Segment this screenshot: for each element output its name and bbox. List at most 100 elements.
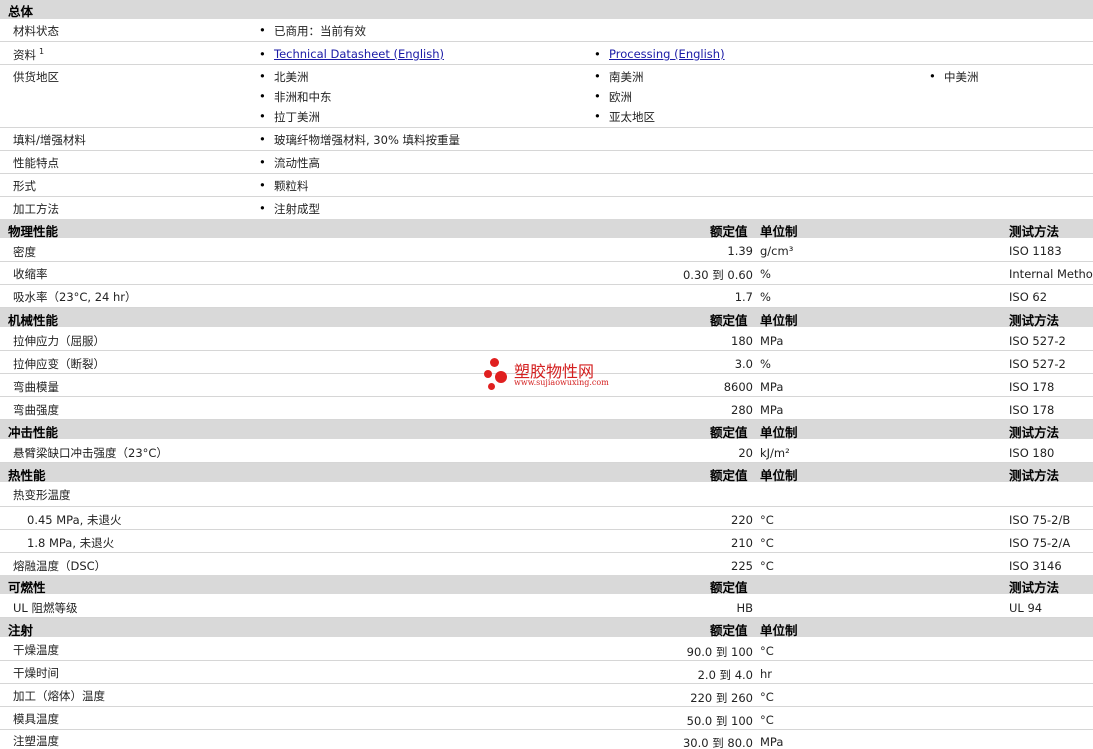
section-thermal-header: 热性能 额定值 单位制 测试方法: [0, 463, 1093, 483]
prop-value: 0.30 到 0.60: [682, 268, 753, 282]
prop-value: 90.0 到 100: [686, 645, 753, 659]
row-label: 供货地区: [13, 70, 59, 84]
prop-value: 210: [731, 536, 753, 550]
prop-unit: MPa: [760, 380, 784, 394]
prop-unit: °C: [760, 536, 774, 550]
technical-datasheet-link-item: Technical Datasheet (English): [259, 47, 444, 61]
row-value: 已商用：当前有效: [259, 23, 366, 39]
prop-name: 熔融温度（DSC）: [13, 559, 107, 573]
region-item: 欧洲: [594, 89, 632, 105]
section-title: 机械性能: [8, 313, 59, 328]
row-filler: 填料/增强材料 玻璃纤物增强材料, 30% 填料按重量: [0, 128, 1093, 151]
row-features: 性能特点 流动性高: [0, 151, 1093, 174]
prop-method: ISO 527-2: [1009, 357, 1066, 371]
section-title: 注射: [8, 623, 34, 638]
prop-name: 0.45 MPa, 未退火: [27, 513, 122, 527]
row-label: 性能特点: [13, 156, 59, 170]
watermark-dot-icon: [484, 370, 492, 378]
prop-value: 180: [731, 334, 753, 348]
section-injection-header: 注射 额定值 单位制: [0, 618, 1093, 638]
prop-name: 悬臂梁缺口冲击强度（23°C）: [13, 446, 168, 460]
col-nominal-header: 额定值: [710, 313, 748, 328]
prop-row: 1.8 MPa, 未退火 210 °C ISO 75-2/A: [0, 530, 1093, 553]
prop-row: 干燥温度 90.0 到 100 °C: [0, 638, 1093, 661]
prop-value: 50.0 到 100: [686, 714, 753, 728]
prop-name: UL 阻燃等级: [13, 601, 78, 615]
prop-value: 2.0 到 4.0: [697, 668, 753, 682]
col-nominal-header: 额定值: [710, 425, 748, 440]
col-unit-header: 单位制: [760, 623, 798, 638]
col-unit-header: 单位制: [760, 425, 798, 440]
prop-method: Internal Method: [1009, 267, 1093, 281]
watermark-dot-icon: [495, 371, 507, 383]
prop-unit: hr: [760, 667, 773, 681]
prop-value: 1.7: [734, 290, 753, 304]
prop-unit: MPa: [760, 334, 784, 348]
section-impact-header: 冲击性能 额定值 单位制 测试方法: [0, 420, 1093, 440]
prop-method: UL 94: [1009, 601, 1043, 615]
prop-value: 20: [738, 446, 753, 460]
col-method-header: 测试方法: [1009, 580, 1060, 595]
prop-method: ISO 178: [1009, 403, 1055, 417]
region-item: 北美洲: [259, 69, 308, 85]
prop-value: 30.0 到 80.0: [682, 736, 753, 749]
prop-value: 3.0: [734, 357, 753, 371]
prop-name: 拉伸应变（断裂）: [13, 357, 105, 371]
row-label: 形式: [13, 179, 36, 193]
region-item: 拉丁美洲: [259, 109, 320, 125]
region-item: 亚太地区: [594, 109, 655, 125]
prop-row: 干燥时间 2.0 到 4.0 hr: [0, 661, 1093, 684]
prop-method: ISO 1183: [1009, 244, 1062, 258]
region-item: 中美洲: [929, 69, 978, 85]
prop-name: 加工（熔体）温度: [13, 689, 105, 703]
row-label: 加工方法: [13, 202, 59, 216]
prop-name: 拉伸应力（屈服）: [13, 334, 105, 348]
prop-value: 225: [731, 559, 753, 573]
col-unit-header: 单位制: [760, 224, 798, 239]
prop-name: 模具温度: [13, 712, 59, 726]
prop-name: 收缩率: [13, 267, 48, 281]
watermark-dot-icon: [488, 383, 495, 390]
col-method-header: 测试方法: [1009, 313, 1060, 328]
prop-unit: °C: [760, 513, 774, 527]
col-unit-header: 单位制: [760, 468, 798, 483]
prop-unit: kJ/m²: [760, 446, 790, 460]
processing-link[interactable]: Processing (English): [609, 47, 725, 61]
prop-row: UL 阻燃等级 HB UL 94: [0, 595, 1093, 618]
prop-row: 加工（熔体）温度 220 到 260 °C: [0, 684, 1093, 707]
col-nominal-header: 额定值: [710, 224, 748, 239]
prop-method: ISO 75-2/A: [1009, 536, 1071, 550]
row-documents: 资料1 Technical Datasheet (English) Proces…: [0, 42, 1093, 65]
prop-name: 弯曲模量: [13, 380, 59, 394]
prop-value: 1.39: [727, 244, 753, 258]
prop-row: 模具温度 50.0 到 100 °C: [0, 707, 1093, 730]
section-flammability-header: 可燃性 额定值 测试方法: [0, 575, 1093, 595]
prop-unit: °C: [760, 559, 774, 573]
row-label: 材料状态: [13, 24, 59, 38]
prop-row: 注塑温度 30.0 到 80.0 MPa: [0, 730, 1093, 749]
prop-row: 熔融温度（DSC） 225 °C ISO 3146: [0, 553, 1093, 576]
prop-name: 干燥时间: [13, 666, 59, 680]
col-unit-header: 单位制: [760, 313, 798, 328]
prop-value: 8600: [723, 380, 753, 394]
hdt-group-row: 热变形温度: [0, 483, 1093, 507]
section-title: 总体: [8, 4, 34, 19]
section-title: 热性能: [8, 468, 46, 483]
prop-value: 220: [731, 513, 753, 527]
prop-name: 吸水率（23°C, 24 hr）: [13, 290, 137, 304]
prop-method: ISO 75-2/B: [1009, 513, 1071, 527]
prop-method: ISO 527-2: [1009, 334, 1066, 348]
watermark-url: www.sujiaowuxing.com: [514, 378, 609, 387]
prop-value: 220 到 260: [690, 691, 753, 705]
row-form: 形式 颗粒料: [0, 174, 1093, 197]
technical-datasheet-link[interactable]: Technical Datasheet (English): [274, 47, 444, 61]
prop-value: HB: [736, 601, 753, 615]
row-label: 资料 1: [13, 47, 45, 62]
prop-method: ISO 178: [1009, 380, 1055, 394]
prop-unit: °C: [760, 713, 774, 727]
section-physical-header: 物理性能 额定值 单位制 测试方法: [0, 219, 1093, 239]
col-nominal-header: 额定值: [710, 580, 748, 595]
row-value: 注射成型: [259, 201, 320, 217]
col-method-header: 测试方法: [1009, 468, 1060, 483]
col-nominal-header: 额定值: [710, 623, 748, 638]
